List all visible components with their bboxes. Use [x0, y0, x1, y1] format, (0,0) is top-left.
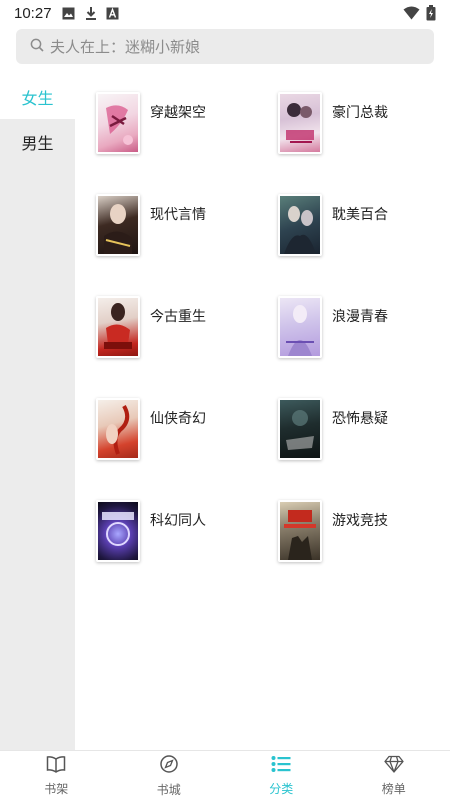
genre-item-ceo[interactable]: 豪门总裁: [278, 92, 448, 162]
genre-label: 今古重生: [150, 309, 206, 325]
genre-label: 豪门总裁: [332, 105, 388, 121]
genre-item-bl-gl[interactable]: 耽美百合: [278, 194, 448, 264]
genre-label: 科幻同人: [150, 513, 206, 529]
genre-item-gaming[interactable]: 游戏竞技: [278, 500, 448, 570]
search-icon: [30, 37, 44, 56]
genre-cover: [96, 500, 140, 562]
genre-cover: [278, 92, 322, 154]
status-time: 10:27: [14, 4, 52, 22]
genre-label: 现代言情: [150, 207, 206, 223]
gender-sidebar: 女生 男生: [0, 74, 75, 750]
genre-item-scifi[interactable]: 科幻同人: [96, 500, 266, 570]
genre-label: 浪漫青春: [332, 309, 388, 325]
genre-label: 耽美百合: [332, 207, 388, 223]
genre-item-youth[interactable]: 浪漫青春: [278, 296, 448, 366]
genre-cover: [278, 194, 322, 256]
diamond-icon: [384, 755, 404, 777]
wifi-icon: [403, 6, 420, 24]
tab-female[interactable]: 女生: [0, 74, 75, 119]
genre-cover: [278, 398, 322, 460]
genre-cover: [96, 92, 140, 154]
genre-grid: 穿越架空 豪门总裁 现代言情 耽美百合 今古重生 浪漫青春 仙侠奇幻 恐怖悬疑 …: [75, 74, 450, 750]
bottom-nav: 书架 书城 分类 榜单: [0, 750, 450, 800]
tab-male[interactable]: 男生: [0, 119, 75, 165]
genre-item-rebirth[interactable]: 今古重生: [96, 296, 266, 366]
status-right: [403, 5, 436, 25]
nav-bookshelf[interactable]: 书架: [0, 751, 113, 800]
search-placeholder: 夫人在上：迷糊小新娘: [50, 38, 201, 56]
tab-female-label: 女生: [21, 88, 54, 108]
list-icon: [271, 755, 291, 777]
font-icon: [106, 6, 120, 20]
genre-label: 恐怖悬疑: [332, 411, 388, 427]
genre-item-modern-romance[interactable]: 现代言情: [96, 194, 266, 264]
genre-label: 穿越架空: [150, 105, 206, 121]
compass-icon: [159, 754, 179, 778]
download-icon: [84, 6, 98, 20]
genre-cover: [278, 296, 322, 358]
book-icon: [46, 755, 66, 777]
image-icon: [62, 6, 76, 20]
genre-cover: [278, 500, 322, 562]
nav-category[interactable]: 分类: [225, 751, 338, 800]
nav-ranking[interactable]: 榜单: [338, 751, 450, 800]
battery-icon: [426, 5, 436, 25]
status-bar: 10:27: [0, 0, 450, 26]
nav-bookshelf-label: 书架: [44, 782, 69, 796]
tab-male-label: 男生: [21, 134, 54, 153]
genre-cover: [96, 296, 140, 358]
genre-item-time-travel[interactable]: 穿越架空: [96, 92, 266, 162]
genre-cover: [96, 398, 140, 460]
search-bar[interactable]: 夫人在上：迷糊小新娘: [16, 29, 434, 64]
nav-bookstore[interactable]: 书城: [113, 751, 226, 800]
genre-cover: [96, 194, 140, 256]
genre-item-horror[interactable]: 恐怖悬疑: [278, 398, 448, 468]
genre-label: 仙侠奇幻: [150, 411, 206, 427]
nav-ranking-label: 榜单: [381, 782, 406, 796]
genre-label: 游戏竞技: [332, 513, 388, 529]
nav-category-label: 分类: [269, 782, 294, 796]
nav-bookstore-label: 书城: [156, 783, 181, 797]
genre-item-xianxia[interactable]: 仙侠奇幻: [96, 398, 266, 468]
